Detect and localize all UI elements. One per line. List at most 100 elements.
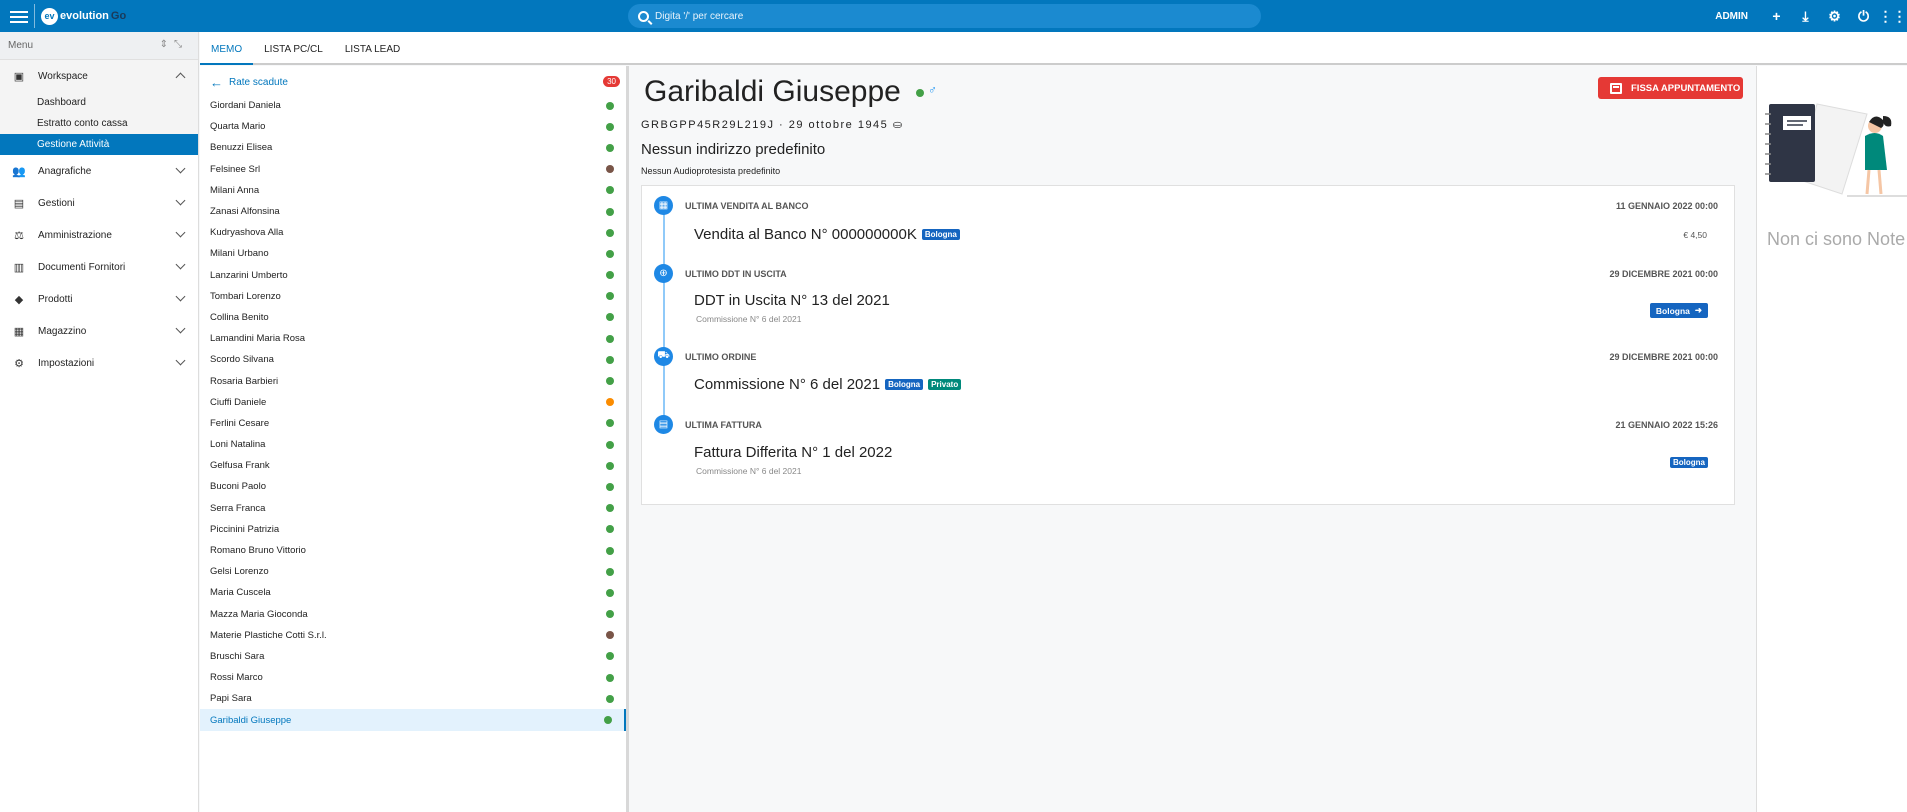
customer-name: Zanasi Alfonsina (210, 206, 280, 218)
hamburger-menu-icon[interactable] (10, 8, 28, 24)
status-dot (606, 567, 614, 576)
timeline-item-fattura[interactable]: Fattura Differita N° 1 del 2022 (694, 444, 892, 461)
male-icon: ♂ (928, 83, 937, 97)
customer-name: Serra Franca (210, 502, 266, 514)
sidebar-item-magazzino[interactable]: ▦ Magazzino (0, 315, 198, 347)
list-item[interactable]: Rossi Marco (200, 667, 626, 688)
gear-icon[interactable]: ⚙ (1820, 8, 1849, 25)
list-item[interactable]: Milani Anna (200, 180, 626, 201)
collapse-controls-icon[interactable]: ⇕⤡ (160, 39, 188, 50)
chevron-down-icon[interactable] (175, 227, 186, 238)
sidebar-subitem-dashboard[interactable]: Dashboard (0, 92, 198, 113)
tab-bar: MEMO LISTA PC/CL LISTA LEAD (200, 32, 1907, 65)
list-item[interactable]: Ciuffi Daniele (200, 392, 626, 413)
chevron-down-icon[interactable] (175, 163, 186, 174)
list-item[interactable]: Felsinee Srl (200, 159, 626, 180)
chevron-down-icon[interactable] (175, 195, 186, 206)
list-item[interactable]: Milani Urbano (200, 243, 626, 264)
sidebar-item-label: Documenti Fornitori (38, 261, 126, 273)
list-item[interactable]: Maria Cuscela (200, 582, 626, 603)
customer-name: Scordo Silvana (210, 354, 274, 366)
monitor-icon: ▣ (13, 70, 25, 83)
back-button[interactable]: ← Rate scadute (210, 75, 288, 90)
list-item[interactable]: Materie Plastiche Cotti S.r.l. (200, 625, 626, 646)
sidebar-submenu: Dashboard Estratto conto cassa Gestione At… (0, 92, 198, 155)
list-item[interactable]: Collina Benito (200, 307, 626, 328)
timeline-item-ddt[interactable]: DDT in Uscita N° 13 del 2021 (694, 292, 890, 309)
list-item[interactable]: Loni Natalina (200, 434, 626, 455)
list-item[interactable]: Papi Sara (200, 688, 626, 709)
timeline-item-ordine[interactable]: Commissione N° 6 del 2021 Bologna Privat… (694, 376, 962, 393)
chevron-down-icon[interactable] (175, 323, 186, 334)
list-item[interactable]: Serra Franca (200, 498, 626, 519)
scale-icon: ⚖ (14, 229, 24, 242)
timeline-label: ULTIMA FATTURA (685, 420, 762, 430)
list-item[interactable]: Bruschi Sara (200, 646, 626, 667)
location-open-button[interactable]: Bologna ➜ (1649, 303, 1708, 318)
location-tag-wrapper: Bologna (1670, 457, 1708, 468)
list-item[interactable]: Romano Bruno Vittorio (200, 540, 626, 561)
list-item[interactable]: Kudryashova Alla (200, 222, 626, 243)
chevron-down-icon[interactable] (175, 355, 186, 366)
sidebar-item-label: Prodotti (38, 293, 73, 305)
sidebar: Menu ⇕⤡ ▣ Workspace Dashboard Estratto cont… (0, 32, 199, 812)
fix-appointment-button[interactable]: FISSA APPUNTAMENTO (1598, 77, 1743, 99)
list-header: ← Rate scadute 30 (200, 66, 626, 95)
calendar-icon (1610, 82, 1622, 94)
status-dot (606, 207, 614, 216)
power-icon[interactable]: ⏻ (1849, 8, 1878, 25)
user-name[interactable]: ADMIN (1715, 11, 1748, 22)
status-dot (606, 334, 614, 343)
list-item[interactable]: Scordo Silvana (200, 349, 626, 370)
apps-grid-icon[interactable]: ⋮⋮ (1878, 8, 1907, 25)
list-item[interactable]: Zanasi Alfonsina (200, 201, 626, 222)
arrow-left-icon: ← (210, 75, 223, 90)
sidebar-item-impostazioni[interactable]: ⚙ Impostazioni (0, 347, 198, 379)
timeline-item-vendita[interactable]: Vendita al Banco N° 000000000K Bologna (694, 226, 960, 243)
list-item[interactable]: Quarta Mario (200, 116, 626, 137)
status-dot (606, 101, 614, 110)
chevron-down-icon[interactable] (175, 259, 186, 270)
status-dot (606, 419, 614, 428)
list-item[interactable]: Lamandini Maria Rosa (200, 328, 626, 349)
list-item[interactable]: Giordani Daniela (200, 95, 626, 116)
sidebar-item-documenti-fornitori[interactable]: ▥ Documenti Fornitori (0, 251, 198, 283)
status-dot (606, 610, 614, 619)
list-item[interactable]: Ferlini Cesare (200, 413, 626, 434)
tab-lista-lead[interactable]: LISTA LEAD (334, 32, 411, 65)
chevron-down-icon[interactable] (175, 291, 186, 302)
timeline-date: 11 GENNAIO 2022 00:00 (1615, 201, 1718, 211)
list-item[interactable]: Piccinini Patrizia (200, 519, 626, 540)
tab-memo[interactable]: MEMO (200, 32, 254, 65)
list-item[interactable]: Tombari Lorenzo (200, 286, 626, 307)
chevron-up-icon[interactable] (175, 72, 186, 83)
list-item[interactable]: Mazza Maria Gioconda (200, 604, 626, 625)
sidebar-item-prodotti[interactable]: ◆ Prodotti (0, 283, 198, 315)
status-dot (606, 165, 614, 174)
timeline-date: 21 GENNAIO 2022 15:26 (1615, 420, 1718, 430)
sidebar-subitem-gestione-attività[interactable]: Gestione Attività (0, 134, 198, 155)
list-item[interactable]: Rosaria Barbieri (200, 370, 626, 391)
app-logo[interactable]: ev evolution Go (41, 7, 126, 25)
timeline-line (663, 206, 665, 426)
status-dot (606, 228, 614, 237)
sidebar-item-amministrazione[interactable]: ⚖ Amministrazione (0, 219, 198, 251)
customer-name: Quarta Mario (210, 121, 266, 133)
list-item[interactable]: Gelfusa Frank (200, 455, 626, 476)
list-item[interactable]: Gelsi Lorenzo (200, 561, 626, 582)
download-icon[interactable]: ⤓ (1791, 8, 1820, 25)
list-item[interactable]: Garibaldi Giuseppe (200, 709, 626, 731)
search-input[interactable]: Digita '/' per cercare (628, 4, 1261, 28)
customer-name: Mazza Maria Gioconda (210, 608, 308, 620)
location-label: Bologna (1655, 305, 1690, 316)
list-item[interactable]: Buconi Paolo (200, 476, 626, 497)
sidebar-item-anagrafiche[interactable]: 👥 Anagrafiche (0, 155, 198, 187)
tab-lista-pc-cl[interactable]: LISTA PC/CL (253, 32, 334, 65)
list-item[interactable]: Lanzarini Umberto (200, 265, 626, 286)
list-item[interactable]: Benuzzi Elisea (200, 137, 626, 158)
sidebar-item-gestioni[interactable]: ▤ Gestioni (0, 187, 198, 219)
add-icon[interactable]: + (1762, 8, 1791, 24)
status-dot (606, 652, 614, 661)
sidebar-subitem-estratto-conto-cassa[interactable]: Estratto conto cassa (0, 113, 198, 134)
sidebar-item-workspace[interactable]: ▣ Workspace (0, 60, 198, 92)
